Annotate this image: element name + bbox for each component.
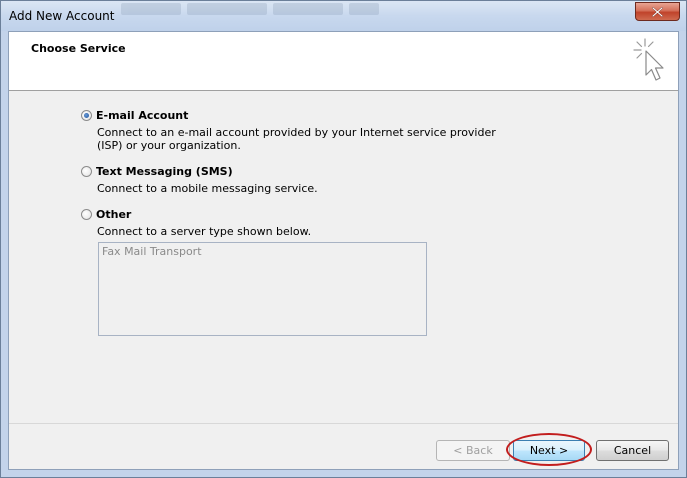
server-type-list[interactable]: Fax Mail Transport bbox=[98, 242, 427, 336]
close-icon bbox=[652, 7, 663, 17]
other-description: Connect to a server type shown below. bbox=[97, 225, 312, 238]
cancel-button[interactable]: Cancel bbox=[596, 440, 669, 461]
option-text-messaging[interactable]: Text Messaging (SMS) Connect to a mobile… bbox=[80, 165, 520, 197]
text-messaging-label[interactable]: Text Messaging (SMS) bbox=[96, 165, 233, 178]
back-button[interactable]: < Back bbox=[436, 440, 510, 461]
option-email-account[interactable]: E-mail Account Connect to an e-mail acco… bbox=[80, 109, 520, 155]
other-label[interactable]: Other bbox=[96, 208, 131, 221]
footer-divider bbox=[9, 423, 678, 424]
text-messaging-radio[interactable] bbox=[81, 166, 92, 177]
text-messaging-description: Connect to a mobile messaging service. bbox=[97, 182, 318, 195]
list-item[interactable]: Fax Mail Transport bbox=[102, 245, 202, 258]
option-other[interactable]: Other Connect to a server type shown bel… bbox=[80, 208, 520, 240]
header-panel: Choose Service bbox=[9, 32, 678, 91]
add-new-account-window: Add New Account Choose Service E-mail Ac… bbox=[0, 0, 687, 478]
page-title: Choose Service bbox=[31, 42, 126, 55]
title-bar[interactable]: Add New Account bbox=[1, 1, 686, 31]
other-radio[interactable] bbox=[81, 209, 92, 220]
email-account-label[interactable]: E-mail Account bbox=[96, 109, 188, 122]
window-title: Add New Account bbox=[9, 9, 115, 23]
email-account-radio[interactable] bbox=[81, 110, 92, 121]
email-account-description: Connect to an e-mail account provided by… bbox=[97, 126, 496, 152]
cursor-sparkle-icon bbox=[633, 38, 664, 81]
close-button[interactable] bbox=[635, 2, 680, 21]
next-button[interactable]: Next > bbox=[513, 440, 585, 461]
background-toolbar bbox=[121, 3, 421, 19]
wizard-client-area: Choose Service E-mail Account Connect to… bbox=[8, 31, 679, 470]
